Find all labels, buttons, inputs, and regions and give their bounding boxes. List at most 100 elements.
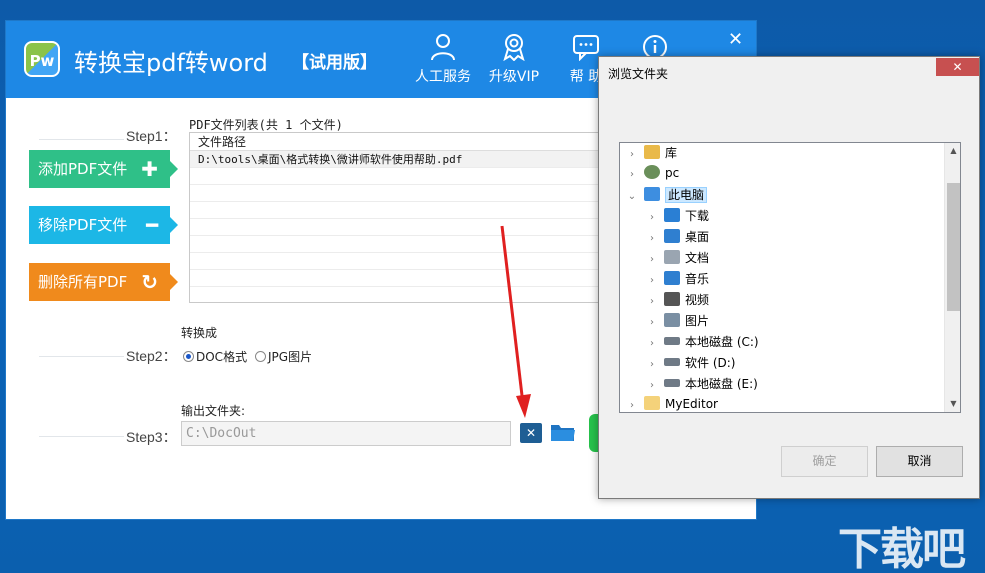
expand-chevron-icon[interactable]: › xyxy=(646,233,658,244)
jpg-radio-indicator[interactable] xyxy=(255,351,266,362)
jpg-image-radio[interactable]: JPG图片 xyxy=(255,348,312,365)
scrollbar-thumb[interactable] xyxy=(947,183,960,311)
library-icon xyxy=(644,145,660,159)
ok-button[interactable]: 确定 xyxy=(781,446,868,477)
expand-chevron-icon[interactable]: › xyxy=(646,359,658,370)
tree-item-label: 本地磁盘 (E:) xyxy=(685,377,758,391)
file-list-row[interactable] xyxy=(190,185,600,202)
annotation-arrow xyxy=(500,225,531,418)
tree-item-myeditor[interactable]: › MyEditor xyxy=(626,396,718,412)
tree-item-desktop[interactable]: › 桌面 xyxy=(646,228,709,249)
scroll-up-icon[interactable]: ▲ xyxy=(945,146,960,155)
step3-divider xyxy=(39,436,124,437)
tree-item-pictures[interactable]: › 图片 xyxy=(646,312,709,333)
customer-service-label: 人工服务 xyxy=(415,69,471,85)
step1-divider xyxy=(39,139,124,140)
tree-item-this-pc[interactable]: ⌄ 此电脑 xyxy=(626,186,708,207)
tree-item-label: 桌面 xyxy=(685,230,710,244)
tree-item-music[interactable]: › 音乐 xyxy=(646,270,709,291)
drive-d-icon xyxy=(664,358,680,366)
clear-output-button[interactable]: ✕ xyxy=(520,423,542,443)
tree-item-documents[interactable]: › 文档 xyxy=(646,249,709,270)
user-icon xyxy=(644,165,660,179)
browse-folder-dialog: 浏览文件夹 ✕ › 库 › pc ⌄ 此电脑 › 下载 › 桌面 › 文档 › 音乐 › 视频 … xyxy=(598,56,980,499)
file-list-title: PDF文件列表(共 1 个文件) xyxy=(189,118,343,132)
expand-chevron-icon[interactable]: › xyxy=(646,275,658,286)
tree-item-label: pc xyxy=(665,166,680,180)
file-list-column-header[interactable]: 文件路径 xyxy=(190,133,600,151)
add-pdf-label: 添加PDF文件 xyxy=(38,160,128,178)
expand-chevron-icon[interactable]: › xyxy=(646,380,658,391)
expand-chevron-icon[interactable]: › xyxy=(626,169,638,180)
expand-chevron-icon[interactable]: › xyxy=(646,317,658,328)
expand-chevron-icon[interactable]: › xyxy=(626,149,638,160)
chat-icon xyxy=(573,35,599,61)
upgrade-vip-label: 升级VIP xyxy=(488,69,540,85)
person-icon xyxy=(431,34,455,61)
doc-radio-indicator[interactable] xyxy=(183,351,194,362)
customer-service-button[interactable]: 人工服务 xyxy=(411,33,475,91)
pictures-icon xyxy=(664,313,680,327)
refresh-icon: ↻ xyxy=(141,270,158,294)
remove-pdf-arrow xyxy=(170,217,178,233)
folder-icon xyxy=(551,425,575,441)
app-close-button[interactable]: ✕ xyxy=(728,29,743,50)
badge-icon xyxy=(503,34,525,61)
step1-label: Step1： xyxy=(126,128,177,144)
cancel-button[interactable]: 取消 xyxy=(876,446,963,477)
download-icon xyxy=(664,208,680,222)
output-folder-field[interactable]: C:\DocOut xyxy=(181,421,511,446)
dialog-title: 浏览文件夹 xyxy=(608,67,669,81)
tree-item-label: MyEditor xyxy=(665,397,718,411)
watermark: 下载吧 xyxy=(838,524,966,573)
scroll-down-icon[interactable]: ▼ xyxy=(945,399,960,408)
video-icon xyxy=(664,292,680,306)
tree-item-label: 视频 xyxy=(685,293,710,307)
doc-format-label: DOC格式 xyxy=(196,350,248,364)
drive-c-icon xyxy=(664,337,680,345)
expand-chevron-icon[interactable]: › xyxy=(646,254,658,265)
collapse-chevron-icon[interactable]: ⌄ xyxy=(626,191,638,202)
file-list-row[interactable]: D:\tools\桌面\格式转换\微讲师软件使用帮助.pdf xyxy=(190,151,600,168)
file-list-row[interactable] xyxy=(190,202,600,219)
minus-icon: ━ xyxy=(145,213,158,237)
drive-e-icon xyxy=(664,379,680,387)
tree-item-videos[interactable]: › 视频 xyxy=(646,291,709,312)
app-title: 转换宝pdf转word xyxy=(74,49,268,77)
tree-item-library[interactable]: › 库 xyxy=(626,144,677,165)
add-pdf-button[interactable]: 添加PDF文件 ✚ xyxy=(29,150,178,188)
remove-pdf-button[interactable]: 移除PDF文件 ━ xyxy=(29,206,178,244)
clear-all-pdf-label: 删除所有PDF xyxy=(38,273,128,291)
doc-format-radio[interactable]: DOC格式 xyxy=(183,348,247,365)
tree-item-downloads[interactable]: › 下载 xyxy=(646,207,709,228)
file-list-row[interactable] xyxy=(190,168,600,185)
folder-icon xyxy=(644,396,660,410)
folder-tree[interactable]: › 库 › pc ⌄ 此电脑 › 下载 › 桌面 › 文档 › 音乐 › 视频 › 图片 › 本地磁… xyxy=(619,142,961,413)
remove-pdf-label: 移除PDF文件 xyxy=(38,216,128,234)
app-logo: Pw xyxy=(24,41,60,77)
dialog-close-button[interactable]: ✕ xyxy=(936,58,979,76)
desktop-icon xyxy=(664,229,680,243)
output-folder-label: 输出文件夹: xyxy=(181,404,246,418)
tree-item-label: 此电脑 xyxy=(665,187,708,203)
expand-chevron-icon[interactable]: › xyxy=(626,400,638,411)
expand-chevron-icon[interactable]: › xyxy=(646,338,658,349)
tree-item-label: 下载 xyxy=(685,209,710,223)
tree-item-label: 本地磁盘 (C:) xyxy=(685,335,759,349)
browse-folder-button[interactable] xyxy=(550,421,576,445)
clear-all-pdf-arrow xyxy=(170,274,178,290)
app-edition-label: 【试用版】 xyxy=(292,53,377,73)
clear-all-pdf-button[interactable]: 删除所有PDF ↻ xyxy=(29,263,178,301)
tree-item-label: 音乐 xyxy=(685,272,710,286)
tree-item-label: 文档 xyxy=(685,251,710,265)
tree-item-pc[interactable]: › pc xyxy=(626,165,679,186)
tree-item-drive-d[interactable]: › 软件 (D:) xyxy=(646,354,735,375)
step3-label: Step3： xyxy=(126,429,177,445)
tree-item-label: 软件 (D:) xyxy=(685,356,736,370)
expand-chevron-icon[interactable]: › xyxy=(646,296,658,307)
tree-scrollbar[interactable]: ▲ ▼ xyxy=(944,143,960,412)
tree-item-drive-e[interactable]: › 本地磁盘 (E:) xyxy=(646,375,758,396)
upgrade-vip-button[interactable]: 升级VIP xyxy=(482,33,546,91)
tree-item-drive-c[interactable]: › 本地磁盘 (C:) xyxy=(646,333,759,354)
expand-chevron-icon[interactable]: › xyxy=(646,212,658,223)
